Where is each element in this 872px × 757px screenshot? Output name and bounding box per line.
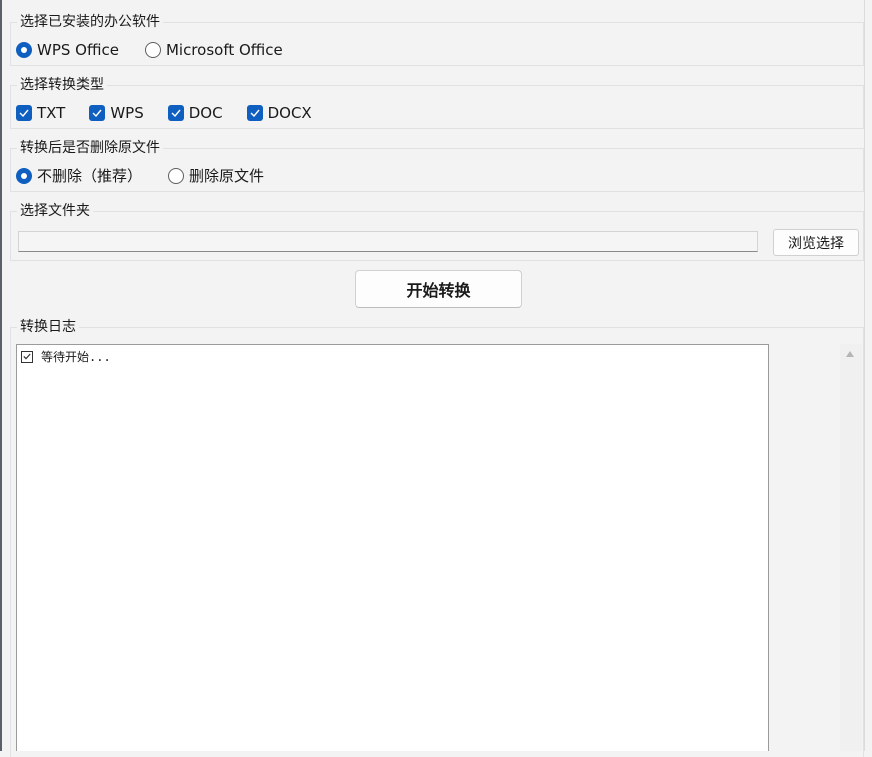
checkbox-wps-label: WPS — [110, 104, 144, 122]
radio-delete-original-label: 删除原文件 — [189, 167, 265, 185]
conversion-type-group-title: 选择转换类型 — [17, 76, 107, 94]
log-line: 等待开始... — [21, 348, 111, 365]
log-scrollbar[interactable] — [840, 344, 862, 751]
radio-unselected-icon[interactable] — [144, 42, 161, 58]
office-software-group-title: 选择已安装的办公软件 — [17, 13, 163, 31]
radio-unselected-icon[interactable] — [168, 168, 185, 184]
radio-selected-icon[interactable] — [16, 42, 32, 58]
radio-wps-office-label: WPS Office — [37, 41, 119, 59]
checkbox-txt-label: TXT — [37, 104, 66, 122]
radio-keep-original[interactable]: 不删除（推荐） — [16, 167, 142, 185]
checkbox-checked-icon[interactable] — [16, 105, 32, 121]
checkbox-checked-icon[interactable] — [89, 105, 106, 121]
checkbox-txt[interactable]: TXT — [16, 104, 65, 122]
start-convert-button[interactable]: 开始转换 — [355, 270, 522, 308]
log-line-text: 等待开始... — [41, 350, 111, 364]
checkbox-checked-icon[interactable] — [167, 105, 184, 121]
checkbox-docx-label: DOCX — [267, 104, 312, 122]
log-text-area[interactable]: 等待开始... — [16, 344, 769, 751]
radio-microsoft-office[interactable]: Microsoft Office — [144, 41, 283, 59]
checkbox-doc[interactable]: DOC — [167, 104, 223, 122]
radio-wps-office[interactable]: WPS Office — [16, 41, 119, 59]
window-right-divider — [864, 0, 865, 751]
checkmark-icon — [21, 350, 33, 363]
folder-group-title: 选择文件夹 — [17, 202, 93, 220]
scroll-up-arrow-icon[interactable] — [846, 351, 854, 357]
checkbox-doc-label: DOC — [188, 104, 223, 122]
checkbox-docx[interactable]: DOCX — [246, 104, 312, 122]
conversion-type-options: TXT WPS DOC DOCX — [16, 104, 338, 122]
window-left-edge — [0, 0, 2, 751]
checkbox-checked-icon[interactable] — [246, 105, 263, 121]
radio-microsoft-office-label: Microsoft Office — [165, 41, 283, 59]
delete-original-options: 不删除（推荐） 删除原文件 — [16, 167, 290, 185]
log-group-title: 转换日志 — [17, 318, 79, 336]
browse-button[interactable]: 浏览选择 — [773, 229, 859, 256]
radio-delete-original[interactable]: 删除原文件 — [168, 167, 264, 185]
folder-path-input[interactable] — [18, 231, 758, 252]
office-software-options: WPS Office Microsoft Office — [16, 41, 309, 59]
radio-selected-icon[interactable] — [16, 168, 32, 184]
delete-original-group-title: 转换后是否删除原文件 — [17, 139, 163, 157]
checkbox-wps[interactable]: WPS — [89, 104, 144, 122]
radio-keep-original-label: 不删除（推荐） — [37, 167, 143, 185]
